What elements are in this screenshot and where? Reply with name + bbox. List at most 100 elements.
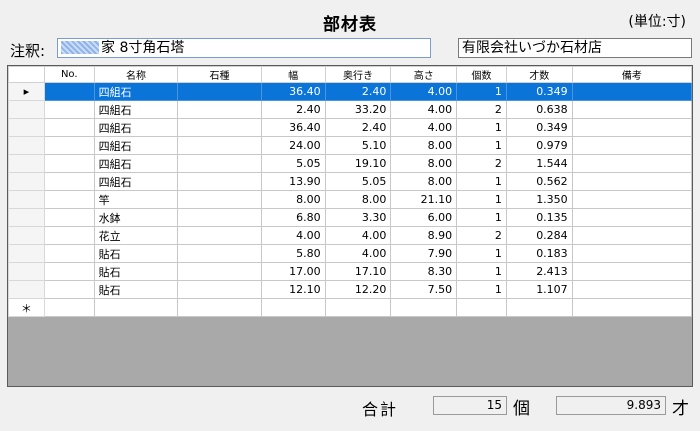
- column-header[interactable]: 個数: [456, 66, 507, 83]
- cell-name[interactable]: 水鉢: [93, 208, 179, 227]
- cell-note[interactable]: [571, 118, 692, 137]
- new-row[interactable]: ＊: [8, 298, 692, 317]
- cell-no[interactable]: [43, 82, 95, 101]
- cell-stone[interactable]: [177, 118, 262, 137]
- cell-stone[interactable]: [177, 172, 262, 191]
- cell-no[interactable]: [43, 262, 95, 281]
- cell-height[interactable]: 4.00: [390, 82, 458, 101]
- cell-note[interactable]: [571, 262, 692, 281]
- cell-name[interactable]: 貼石: [93, 262, 179, 281]
- cell-name[interactable]: 四組石: [93, 82, 179, 101]
- cell-height[interactable]: 4.00: [390, 100, 458, 119]
- cell-depth[interactable]: 12.20: [324, 280, 392, 299]
- cell-count[interactable]: 2: [456, 226, 507, 245]
- row-selector[interactable]: [8, 190, 45, 209]
- cell-no[interactable]: [43, 190, 95, 209]
- cell-name[interactable]: 四組石: [93, 100, 179, 119]
- column-header[interactable]: 奥行き: [324, 66, 392, 83]
- column-header[interactable]: 幅: [260, 66, 326, 83]
- cell-sai[interactable]: 0.135: [505, 208, 573, 227]
- row-selector[interactable]: ▸: [8, 82, 45, 101]
- cell-no[interactable]: [43, 154, 95, 173]
- cell-stone[interactable]: [177, 190, 262, 209]
- cell-no[interactable]: [43, 244, 95, 263]
- cell-depth[interactable]: 19.10: [324, 154, 392, 173]
- cell-count[interactable]: 2: [456, 100, 507, 119]
- cell-count[interactable]: 1: [456, 118, 507, 137]
- table-row[interactable]: 貼石 12.10 12.20 7.50 1 1.107: [8, 280, 692, 299]
- cell-count[interactable]: 1: [456, 172, 507, 191]
- new-cell-height[interactable]: [390, 298, 458, 317]
- cell-count[interactable]: 1: [456, 82, 507, 101]
- cell-height[interactable]: 7.50: [390, 280, 458, 299]
- cell-depth[interactable]: 2.40: [324, 118, 392, 137]
- new-cell-sai[interactable]: [505, 298, 573, 317]
- cell-height[interactable]: 8.00: [390, 154, 458, 173]
- cell-width[interactable]: 2.40: [260, 100, 326, 119]
- cell-depth[interactable]: 4.00: [324, 244, 392, 263]
- row-selector[interactable]: [8, 208, 45, 227]
- new-cell-no[interactable]: [43, 298, 95, 317]
- column-header[interactable]: No.: [43, 66, 95, 83]
- table-row[interactable]: 竿 8.00 8.00 21.10 1 1.350: [8, 190, 692, 209]
- cell-name[interactable]: 竿: [93, 190, 179, 209]
- cell-stone[interactable]: [177, 82, 262, 101]
- cell-stone[interactable]: [177, 262, 262, 281]
- cell-count[interactable]: 1: [456, 262, 507, 281]
- table-row[interactable]: 貼石 5.80 4.00 7.90 1 0.183: [8, 244, 692, 263]
- table-row[interactable]: 四組石 24.00 5.10 8.00 1 0.979: [8, 136, 692, 155]
- cell-count[interactable]: 1: [456, 280, 507, 299]
- cell-no[interactable]: [43, 208, 95, 227]
- cell-note[interactable]: [571, 100, 692, 119]
- column-header[interactable]: 石種: [177, 66, 262, 83]
- cell-width[interactable]: 6.80: [260, 208, 326, 227]
- cell-count[interactable]: 1: [456, 190, 507, 209]
- cell-note[interactable]: [571, 280, 692, 299]
- row-selector[interactable]: [8, 280, 45, 299]
- table-row[interactable]: 四組石 36.40 2.40 4.00 1 0.349: [8, 118, 692, 137]
- new-cell-count[interactable]: [456, 298, 507, 317]
- cell-sai[interactable]: 1.350: [505, 190, 573, 209]
- cell-name[interactable]: 貼石: [93, 244, 179, 263]
- cell-note[interactable]: [571, 208, 692, 227]
- row-selector[interactable]: [8, 262, 45, 281]
- table-row[interactable]: 四組石 5.05 19.10 8.00 2 1.544: [8, 154, 692, 173]
- cell-no[interactable]: [43, 226, 95, 245]
- row-selector[interactable]: [8, 172, 45, 191]
- row-selector[interactable]: [8, 118, 45, 137]
- cell-width[interactable]: 17.00: [260, 262, 326, 281]
- cell-sai[interactable]: 1.107: [505, 280, 573, 299]
- cell-width[interactable]: 13.90: [260, 172, 326, 191]
- cell-count[interactable]: 2: [456, 154, 507, 173]
- cell-height[interactable]: 8.00: [390, 172, 458, 191]
- cell-sai[interactable]: 0.979: [505, 136, 573, 155]
- cell-stone[interactable]: [177, 244, 262, 263]
- cell-no[interactable]: [43, 280, 95, 299]
- cell-stone[interactable]: [177, 208, 262, 227]
- cell-stone[interactable]: [177, 154, 262, 173]
- table-row[interactable]: 貼石 17.00 17.10 8.30 1 2.413: [8, 262, 692, 281]
- cell-depth[interactable]: 33.20: [324, 100, 392, 119]
- cell-name[interactable]: 四組石: [93, 172, 179, 191]
- cell-height[interactable]: 8.90: [390, 226, 458, 245]
- row-selector[interactable]: [8, 100, 45, 119]
- cell-stone[interactable]: [177, 280, 262, 299]
- note-input[interactable]: 家 8寸角石塔: [57, 38, 431, 58]
- table-row[interactable]: ▸ 四組石 36.40 2.40 4.00 1 0.349: [8, 82, 692, 101]
- cell-count[interactable]: 1: [456, 244, 507, 263]
- cell-sai[interactable]: 1.544: [505, 154, 573, 173]
- cell-height[interactable]: 6.00: [390, 208, 458, 227]
- cell-width[interactable]: 24.00: [260, 136, 326, 155]
- cell-depth[interactable]: 3.30: [324, 208, 392, 227]
- cell-depth[interactable]: 2.40: [324, 82, 392, 101]
- cell-depth[interactable]: 5.10: [324, 136, 392, 155]
- cell-note[interactable]: [571, 244, 692, 263]
- new-cell-name[interactable]: [93, 298, 179, 317]
- cell-height[interactable]: 8.00: [390, 136, 458, 155]
- cell-no[interactable]: [43, 118, 95, 137]
- new-cell-stone[interactable]: [177, 298, 262, 317]
- cell-stone[interactable]: [177, 136, 262, 155]
- cell-height[interactable]: 7.90: [390, 244, 458, 263]
- cell-sai[interactable]: 0.638: [505, 100, 573, 119]
- cell-width[interactable]: 36.40: [260, 118, 326, 137]
